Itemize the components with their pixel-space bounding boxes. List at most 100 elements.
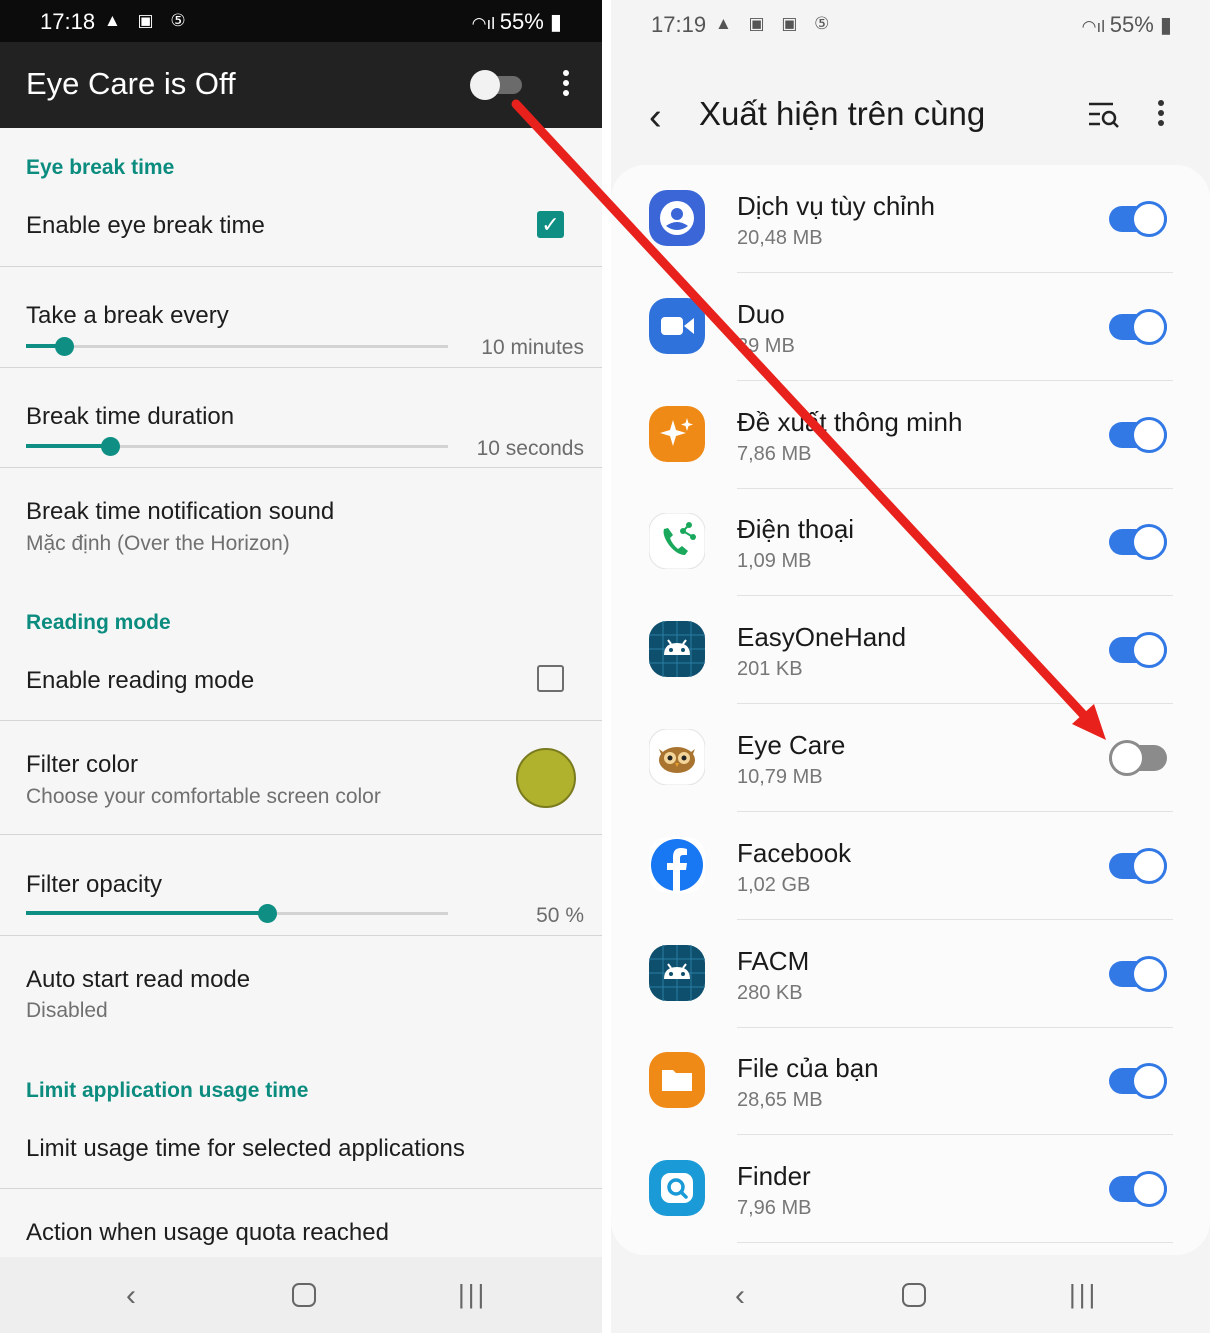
appear-on-top-toggle[interactable] — [1109, 1063, 1169, 1100]
app-name: File của bạn — [737, 1053, 879, 1084]
recents-nav-icon[interactable]: ||| — [1069, 1279, 1098, 1310]
app-row[interactable]: EasyOneHand 201 KB — [611, 596, 1210, 705]
app-name: FACM — [737, 945, 810, 976]
app-name: EasyOneHand — [737, 622, 907, 653]
battery-icon: ▮ — [1153, 12, 1172, 37]
duo-video-icon — [649, 297, 705, 354]
app-row[interactable]: File của bạn 28,65 MB — [611, 1027, 1210, 1136]
filter-opacity-label: Filter opacity — [26, 871, 163, 898]
break-duration-slider[interactable] — [26, 437, 448, 457]
appear-on-top-toggle[interactable] — [1109, 955, 1169, 992]
app-row[interactable]: Eye Care 10,79 MB — [611, 704, 1210, 812]
section-header-limit-usage: Limit application usage time — [26, 1079, 309, 1102]
app-size: 10,79 MB — [737, 766, 823, 788]
app-row[interactable]: Duo 39 MB — [611, 273, 1210, 381]
appear-on-top-toggle[interactable] — [1109, 416, 1169, 453]
appear-on-top-toggle[interactable] — [1109, 740, 1169, 776]
enable-eye-break-checkbox[interactable]: ✓ — [537, 211, 564, 238]
facebook-icon — [649, 836, 705, 893]
limit-usage-label[interactable]: Limit usage time for selected applicatio… — [26, 1135, 465, 1163]
enable-reading-mode-label: Enable reading mode — [26, 667, 255, 694]
filter-opacity-slider[interactable] — [26, 904, 448, 924]
appear-on-top-toggle[interactable] — [1109, 847, 1169, 884]
app-row[interactable]: Dịch vụ tùy chỉnh 20,48 MB — [611, 165, 1210, 273]
auto-start-value: Disabled — [26, 999, 108, 1022]
recents-nav-icon[interactable]: ||| — [458, 1279, 487, 1310]
wifi-signal-icon: ◠ıl — [1081, 17, 1110, 36]
status-time: 17:18 — [40, 9, 96, 34]
android-icon — [649, 621, 705, 678]
take-break-value: 10 minutes — [481, 336, 584, 359]
notification-sound-value: Mặc định (Over the Horizon) — [26, 532, 290, 555]
folder-icon — [649, 1052, 705, 1109]
appear-on-top-toggle[interactable] — [1109, 201, 1169, 237]
slider-knob[interactable] — [55, 337, 74, 356]
more-options-icon[interactable] — [1153, 100, 1169, 130]
app-size: 7,86 MB — [737, 442, 812, 465]
quota-action-label[interactable]: Action when usage quota reached — [26, 1219, 389, 1247]
section-header-eye-break: Eye break time — [26, 156, 175, 179]
search-list-icon[interactable] — [1087, 100, 1121, 130]
app-row[interactable]: FACM 280 KB — [611, 920, 1210, 1028]
app-size: 201 KB — [737, 658, 803, 681]
take-break-label: Take a break every — [26, 302, 229, 329]
app-size: 280 KB — [737, 981, 803, 1004]
app-size: 39 MB — [737, 334, 795, 357]
app-name: Finder — [737, 1161, 811, 1192]
navigation-bar: ‹ ||| — [0, 1257, 602, 1333]
app-name: Dịch vụ tùy chỉnh — [737, 191, 935, 221]
filter-color-sub: Choose your comfortable screen color — [26, 785, 381, 808]
divider — [0, 266, 602, 267]
app-row[interactable]: Facebook 1,02 GB — [611, 812, 1210, 920]
finder-icon — [649, 1160, 705, 1217]
eye-care-master-switch[interactable] — [470, 70, 522, 100]
break-duration-value: 10 seconds — [476, 437, 584, 460]
enable-reading-mode-checkbox[interactable] — [537, 665, 564, 692]
notification-icons: ▲ ▣ ⑤ — [104, 11, 192, 30]
app-row[interactable]: Đề xuất thông minh 7,86 MB — [611, 381, 1210, 489]
status-bar: 17:19 ▲ ▣ ▣ ⑤ ◠ıl 55% ▮ — [611, 0, 1210, 50]
status-time: 17:19 — [651, 12, 707, 37]
back-nav-icon[interactable]: ‹ — [126, 1279, 136, 1313]
back-arrow-icon[interactable]: ‹ — [649, 96, 662, 139]
app-name: Eye Care — [737, 730, 846, 760]
more-options-icon[interactable] — [558, 70, 574, 100]
customization-service-icon — [649, 190, 705, 246]
app-size: 28,65 MB — [737, 1089, 823, 1112]
take-break-slider[interactable] — [26, 337, 448, 357]
page-title: Xuất hiện trên cùng — [699, 95, 986, 132]
divider — [0, 1188, 602, 1189]
app-size: 7,96 MB — [737, 1197, 812, 1220]
appear-on-top-toggle[interactable] — [1109, 632, 1169, 669]
status-battery: ◠ıl 55% ▮ — [471, 9, 562, 34]
home-nav-icon[interactable] — [292, 1283, 316, 1307]
appear-on-top-toggle[interactable] — [1109, 524, 1169, 561]
app-row[interactable]: Finder 7,96 MB — [611, 1135, 1210, 1244]
divider — [0, 467, 602, 468]
android-icon — [649, 944, 705, 1001]
phone-icon — [648, 512, 706, 570]
appear-on-top-screen: 17:19 ▲ ▣ ▣ ⑤ ◠ıl 55% ▮ ‹ Xuất hiện trên… — [611, 0, 1210, 1333]
notification-icons: ▲ ▣ ▣ ⑤ — [715, 14, 836, 33]
divider — [0, 834, 602, 835]
filter-color-label[interactable]: Filter color — [26, 751, 138, 779]
home-nav-icon[interactable] — [902, 1283, 926, 1307]
break-duration-label: Break time duration — [26, 403, 235, 430]
app-name: Điện thoại — [737, 514, 855, 545]
appear-on-top-toggle[interactable] — [1109, 1171, 1169, 1208]
slider-knob[interactable] — [258, 904, 277, 923]
divider — [0, 367, 602, 368]
eye-care-settings-screen: 17:18 ▲ ▣ ⑤ ◠ıl 55% ▮ Eye Care is Off Ey… — [0, 0, 602, 1333]
status-battery: ◠ıl 55% ▮ — [1081, 12, 1172, 37]
appear-on-top-toggle[interactable] — [1109, 308, 1169, 345]
slider-knob[interactable] — [101, 437, 120, 456]
app-row[interactable]: Điện thoại 1,09 MB — [611, 488, 1210, 597]
battery-icon: ▮ — [543, 9, 562, 34]
notification-sound-label[interactable]: Break time notification sound — [26, 498, 334, 526]
status-bar: 17:18 ▲ ▣ ⑤ ◠ıl 55% ▮ — [0, 0, 602, 42]
auto-start-label[interactable]: Auto start read mode — [26, 966, 250, 994]
back-nav-icon[interactable]: ‹ — [735, 1279, 745, 1313]
app-bar: Eye Care is Off — [0, 42, 602, 128]
navigation-bar: ‹ ||| — [611, 1257, 1210, 1333]
filter-color-swatch[interactable] — [516, 748, 576, 808]
